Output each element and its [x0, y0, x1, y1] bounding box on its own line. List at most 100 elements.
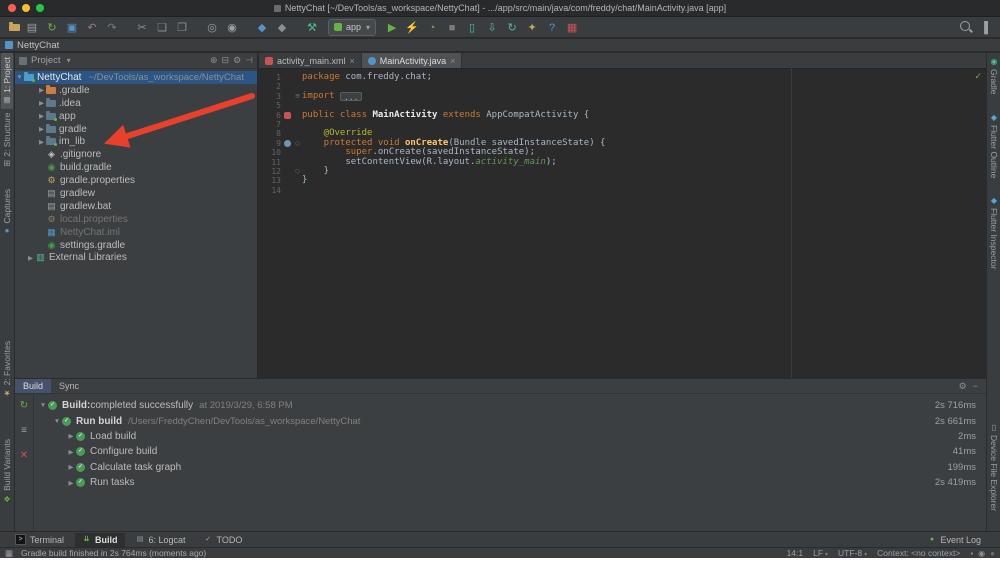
- run-icon[interactable]: ▶: [385, 21, 400, 35]
- hide-panel-icon[interactable]: ⊣: [245, 55, 253, 66]
- expander-icon[interactable]: ▼: [38, 402, 48, 409]
- tool-button-1-project[interactable]: ▦1: Project: [1, 53, 13, 109]
- line-number[interactable]: 5: [259, 101, 281, 110]
- expander-icon[interactable]: ▶: [26, 254, 35, 262]
- tree-item-nettychat-iml[interactable]: ▦NettyChat.iml: [15, 226, 257, 239]
- close-icon[interactable]: [350, 56, 355, 66]
- restart-build-icon[interactable]: ↻: [20, 400, 28, 411]
- expander-icon[interactable]: ▼: [15, 74, 24, 81]
- line-number[interactable]: 11: [259, 158, 281, 167]
- tab-activity-main-xml[interactable]: activity_main.xml: [259, 53, 362, 68]
- line-number[interactable]: 6: [259, 111, 281, 120]
- expander-icon[interactable]: ▶: [37, 138, 46, 146]
- tree-item-gitignore[interactable]: ◈.gitignore: [15, 148, 257, 161]
- toolwindow-button-todo[interactable]: ✓TODO: [197, 533, 250, 547]
- tree-item-gradle[interactable]: ▶gradle: [15, 123, 257, 136]
- build-row-configure-build[interactable]: ▶✓Configure build41ms: [34, 444, 986, 459]
- expander-icon[interactable]: ▶: [37, 99, 46, 107]
- expander-icon[interactable]: ▶: [66, 479, 76, 487]
- expander-icon[interactable]: ▶: [66, 448, 76, 456]
- back-icon[interactable]: ◆: [255, 21, 270, 35]
- tree-item-im-lib[interactable]: ▶im_lib: [15, 135, 257, 148]
- tool-button-flutter-outline[interactable]: ◆Flutter Outline: [988, 109, 1000, 182]
- encoding-select[interactable]: UTF-8: [838, 548, 867, 558]
- breadcrumb[interactable]: NettyChat: [17, 40, 59, 51]
- line-number[interactable]: 3: [259, 92, 281, 101]
- tool-button-build-variants[interactable]: ❖Build Variants: [1, 435, 13, 507]
- lock-icon[interactable]: ▪: [970, 549, 973, 558]
- line-ending-select[interactable]: LF: [813, 548, 828, 558]
- line-number[interactable]: 14: [259, 186, 281, 195]
- tool-button-2-structure[interactable]: ⊞2: Structure: [1, 109, 13, 171]
- expander-icon[interactable]: ▶: [66, 432, 76, 440]
- tool-button-device-file-explorer[interactable]: ▯Device File Explorer: [988, 419, 1000, 515]
- close-icon[interactable]: ✕: [20, 450, 28, 461]
- replace-icon[interactable]: ◉: [225, 21, 240, 35]
- line-number[interactable]: 13: [259, 176, 281, 185]
- tree-item-gradle[interactable]: ▶.gradle: [15, 84, 257, 97]
- tree-item-local-properties[interactable]: ⚙local.properties: [15, 213, 257, 226]
- tab-sync[interactable]: Sync: [51, 379, 87, 393]
- line-number[interactable]: 12: [259, 167, 281, 176]
- tree-item-root[interactable]: ▼ NettyChat ~/DevTools/as_workspace/Nett…: [15, 71, 257, 84]
- line-number[interactable]: 10: [259, 148, 281, 157]
- find-icon[interactable]: ◎: [205, 21, 220, 35]
- sdk-manager-icon[interactable]: ⇩: [485, 21, 500, 35]
- tool-button-flutter-inspector[interactable]: ◆Flutter Inspector: [988, 192, 1000, 273]
- fold-marker[interactable]: ⊞: [293, 92, 302, 101]
- expander-icon[interactable]: ▼: [52, 418, 62, 425]
- stop-icon[interactable]: ■: [445, 21, 460, 35]
- build-row-run-tasks[interactable]: ▶✓Run tasks2s 419ms: [34, 475, 986, 490]
- line-number[interactable]: 1: [259, 73, 281, 82]
- tool-button-gradle[interactable]: ◉Gradle: [988, 53, 1000, 99]
- copy-icon[interactable]: ❏: [155, 21, 170, 35]
- expander-icon[interactable]: ▶: [37, 112, 46, 120]
- redo-icon[interactable]: ↷: [105, 21, 120, 35]
- tool-button-2-favorites[interactable]: ★2: Favorites: [1, 337, 13, 401]
- tree-item-build-gradle[interactable]: ◉build.gradle: [15, 161, 257, 174]
- line-number[interactable]: 8: [259, 129, 281, 138]
- expander-icon[interactable]: ▶: [37, 125, 46, 133]
- vcs-icon[interactable]: ▣: [65, 21, 80, 35]
- help-icon[interactable]: ?: [545, 21, 560, 35]
- toolwindow-button-logcat[interactable]: ▤6: Logcat: [129, 533, 193, 547]
- toolwindow-layout-icon[interactable]: ▐: [977, 21, 992, 35]
- tab-build[interactable]: Build: [15, 379, 51, 393]
- close-icon[interactable]: [450, 56, 455, 66]
- editor-area[interactable]: activity_main.xml MainActivity.java 1pac…: [259, 53, 986, 378]
- search-everywhere-icon[interactable]: [960, 21, 970, 31]
- collapse-all-icon[interactable]: ⊟: [222, 55, 230, 66]
- build-row-load-build[interactable]: ▶✓Load build2ms: [34, 429, 986, 444]
- expander-icon[interactable]: ▶: [37, 86, 46, 94]
- fold-marker[interactable]: ○: [293, 167, 302, 176]
- filter-icon[interactable]: ≡: [21, 425, 27, 436]
- tool-button-captures[interactable]: ●Captures: [1, 185, 13, 240]
- tab-mainactivity-java[interactable]: MainActivity.java: [362, 53, 463, 68]
- fold-marker[interactable]: ○: [293, 139, 302, 148]
- apply-changes-icon[interactable]: ⚡: [405, 21, 420, 35]
- toolwindow-button-terminal[interactable]: >Terminal: [8, 532, 71, 547]
- line-number[interactable]: 2: [259, 82, 281, 91]
- undo-icon[interactable]: ↶: [85, 21, 100, 35]
- tree-item-gradle-properties[interactable]: ⚙gradle.properties: [15, 174, 257, 187]
- build-row-calculate-task-graph[interactable]: ▶✓Calculate task graph199ms: [34, 460, 986, 475]
- attach-debugger-icon[interactable]: ✦: [525, 21, 540, 35]
- profile-icon[interactable]: ◔: [425, 21, 440, 35]
- cut-icon[interactable]: ✂: [135, 21, 150, 35]
- tree-item-gradlew[interactable]: ▤gradlew: [15, 187, 257, 200]
- tree-item-idea[interactable]: ▶.idea: [15, 97, 257, 110]
- expander-icon[interactable]: ▶: [66, 463, 76, 471]
- avd-manager-icon[interactable]: ▯: [465, 21, 480, 35]
- run-configuration-select[interactable]: app: [328, 19, 376, 36]
- build-row-run-build[interactable]: ▼✓Run build/Users/FreddyChen/DevTools/as…: [34, 413, 986, 428]
- tree-item-settings-gradle[interactable]: ◉settings.gradle: [15, 239, 257, 252]
- code-editor[interactable]: 1package com.freddy.chat;23⊞import ...56…: [259, 69, 986, 195]
- context-indicator[interactable]: Context: <no context>: [877, 548, 960, 558]
- open-folder-icon[interactable]: [9, 24, 20, 31]
- save-all-icon[interactable]: ▤: [25, 21, 40, 35]
- project-structure-icon[interactable]: ▦: [565, 21, 580, 35]
- build-hammer-icon[interactable]: ⚒: [305, 21, 320, 35]
- paste-icon[interactable]: ❐: [175, 21, 190, 35]
- toolwindow-toggle-icon[interactable]: ▦: [5, 548, 13, 559]
- minimize-icon[interactable]: −: [973, 381, 978, 392]
